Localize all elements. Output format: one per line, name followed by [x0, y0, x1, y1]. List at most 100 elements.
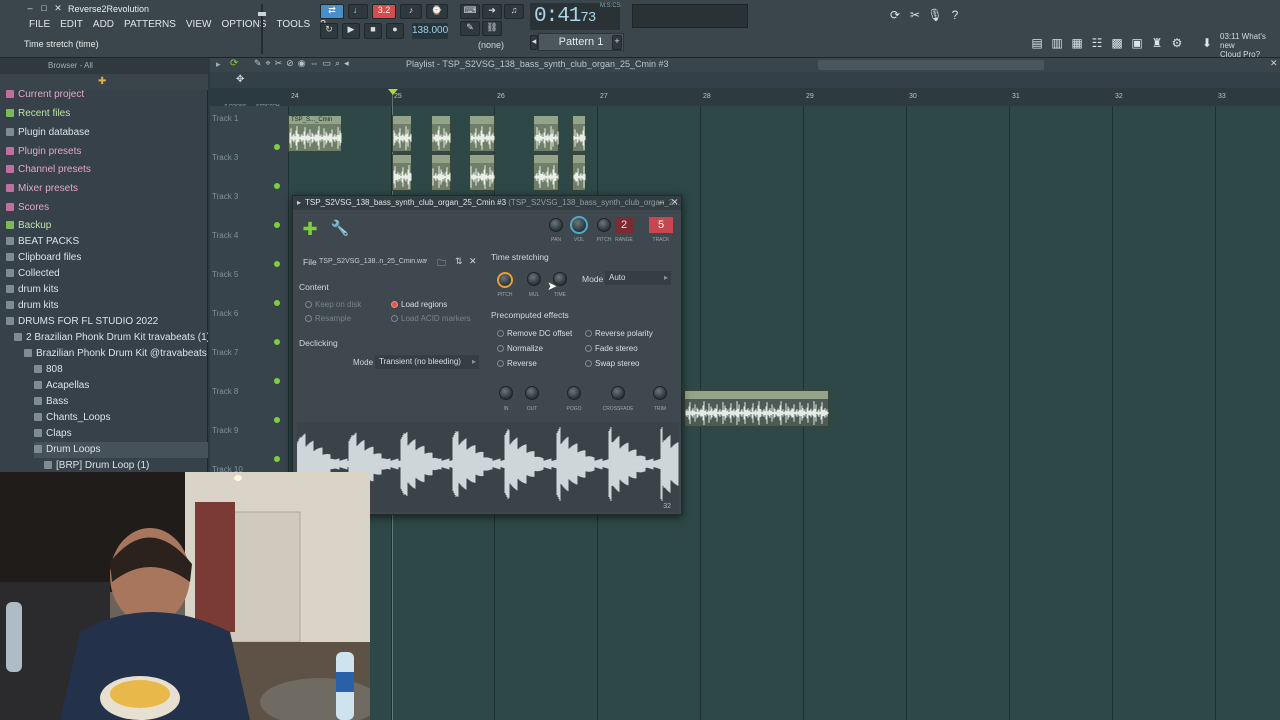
browser-item[interactable]: Collected: [6, 266, 208, 282]
swap-stereo-radio[interactable]: [585, 360, 592, 367]
channel-close-icon[interactable]: ✕: [671, 197, 679, 208]
pattern-prev-icon[interactable]: ◂: [530, 35, 538, 50]
track-label[interactable]: Track 3: [212, 192, 238, 201]
link-icon[interactable]: ⛓: [482, 21, 502, 36]
menu-file[interactable]: FILE: [24, 18, 55, 32]
clip-header[interactable]: [432, 116, 450, 124]
mixer-icon[interactable]: ☷: [1088, 34, 1106, 52]
track-mute-led[interactable]: [274, 339, 280, 345]
clip-header[interactable]: TSP_S..._Cmin: [289, 116, 341, 124]
trim-knob[interactable]: [653, 386, 667, 400]
browser-item[interactable]: Drum Loops: [34, 442, 208, 458]
reverse-option[interactable]: Reverse: [497, 359, 537, 368]
browser-item[interactable]: Backup: [6, 218, 208, 234]
fade-stereo-radio[interactable]: [585, 345, 592, 352]
track-label[interactable]: Track 8: [212, 387, 238, 396]
minimize-icon[interactable]: –: [24, 3, 36, 14]
ts-pitch-knob[interactable]: [497, 272, 513, 288]
normalize-option[interactable]: Normalize: [497, 344, 543, 353]
snap-icon[interactable]: ✎: [460, 21, 480, 36]
pan-knob[interactable]: [549, 218, 563, 232]
audio-clip[interactable]: [431, 154, 451, 191]
metronome-button[interactable]: ♩: [348, 4, 368, 19]
audio-clip[interactable]: TSP_S..._Cmin: [288, 115, 342, 152]
playhead-marker-icon[interactable]: [388, 89, 398, 95]
help-icon[interactable]: ?: [946, 6, 964, 24]
track-mute-led[interactable]: [274, 417, 280, 423]
browser-item[interactable]: Bass: [34, 394, 208, 410]
resample-radio[interactable]: [305, 315, 312, 322]
volume-knob[interactable]: [570, 216, 588, 234]
track-label[interactable]: Track 4: [212, 231, 238, 240]
remove-dc-radio[interactable]: [497, 330, 504, 337]
load-acid-radio[interactable]: [391, 315, 398, 322]
piano-roll-icon[interactable]: ▥: [1048, 34, 1066, 52]
wait-button[interactable]: ⌚: [426, 4, 448, 19]
menu-add[interactable]: ADD: [88, 18, 119, 32]
refresh-icon[interactable]: ⟳: [886, 6, 904, 24]
tools-icon[interactable]: ✂: [906, 6, 924, 24]
remove-dc-option[interactable]: Remove DC offset: [497, 329, 572, 338]
browser-item[interactable]: Claps: [34, 426, 208, 442]
browser-item[interactable]: Recent files: [6, 106, 208, 122]
clip-header[interactable]: [393, 155, 411, 163]
browser-item[interactable]: 808: [34, 362, 208, 378]
audio-clip[interactable]: [533, 154, 559, 191]
browser-header[interactable]: Browser - All: [0, 58, 208, 74]
browser-item[interactable]: 2 Brazilian Phonk Drum Kit travabeats (1…: [14, 330, 208, 346]
browser-item[interactable]: [BRP] Drum Loop (1): [44, 458, 208, 472]
open-folder-icon[interactable]: 🗀: [437, 256, 446, 272]
channel-menu-icon[interactable]: ▸: [297, 198, 301, 207]
pogo-knob[interactable]: [567, 386, 581, 400]
audio-clip[interactable]: [431, 115, 451, 152]
playlist-tools[interactable]: ✎⌖✂⊘◉⇔▭⌕◂: [254, 58, 353, 69]
browser-icon[interactable]: ▩: [1108, 34, 1126, 52]
browser-item[interactable]: Plugin presets: [6, 144, 208, 160]
plugin-icon[interactable]: ▣: [1128, 34, 1146, 52]
playlist-timeline[interactable]: 24 25 26 27 28 29 30 31 32 33: [288, 88, 1280, 106]
keep-on-disk-option[interactable]: Keep on disk: [305, 300, 361, 309]
audio-clip[interactable]: [392, 154, 412, 191]
browser-item[interactable]: drum kits: [6, 298, 208, 314]
wrench-tab-icon[interactable]: 🔧: [329, 218, 351, 240]
clip-header[interactable]: [685, 391, 828, 399]
loop-record-icon[interactable]: ↻: [320, 23, 338, 39]
playlist-scrollbar[interactable]: [818, 60, 1044, 70]
maximize-icon[interactable]: □: [38, 3, 50, 14]
browser-item[interactable]: Current project: [6, 87, 208, 103]
track-mute-led[interactable]: [274, 456, 280, 462]
load-acid-option[interactable]: Load ACID markers: [391, 314, 471, 323]
audio-clip[interactable]: [572, 115, 586, 152]
clip-header[interactable]: [573, 116, 585, 124]
step-button[interactable]: ♪: [400, 4, 422, 19]
reverse-polarity-radio[interactable]: [585, 330, 592, 337]
clip-header[interactable]: [393, 116, 411, 124]
track-mute-led[interactable]: [274, 378, 280, 384]
swap-stereo-option[interactable]: Swap stereo: [585, 359, 639, 368]
add-pattern-icon[interactable]: +: [612, 35, 622, 50]
pitch-knob[interactable]: [597, 218, 611, 232]
mic-icon[interactable]: 🎙: [926, 6, 944, 24]
track-label[interactable]: Track 5: [212, 270, 238, 279]
wrench-icon[interactable]: ⚙: [1168, 34, 1186, 52]
snap-magnet-icon[interactable]: ⟳: [230, 58, 238, 69]
ts-mul-knob[interactable]: [527, 272, 541, 286]
reverse-radio[interactable]: [497, 360, 504, 367]
pat-song-toggle[interactable]: ⇄: [320, 4, 344, 19]
browser-item[interactable]: DRUMS FOR FL STUDIO 2022: [6, 314, 208, 330]
clip-header[interactable]: [573, 155, 585, 163]
fade-stereo-option[interactable]: Fade stereo: [585, 344, 638, 353]
plugin-picker-icon[interactable]: ♜: [1148, 34, 1166, 52]
reverse-polarity-option[interactable]: Reverse polarity: [585, 329, 653, 338]
browser-item[interactable]: Brazilian Phonk Drum Kit @travabeats: [24, 346, 208, 362]
track-mute-led[interactable]: [274, 261, 280, 267]
track-mute-led[interactable]: [274, 183, 280, 189]
in-knob[interactable]: [499, 386, 513, 400]
browser-item[interactable]: Clipboard files: [6, 250, 208, 266]
browser-item[interactable]: Scores: [6, 200, 208, 216]
audio-clip[interactable]: [469, 154, 495, 191]
track-label[interactable]: Track 1: [212, 114, 238, 123]
menu-patterns[interactable]: PATTERNS: [119, 18, 181, 32]
track-display[interactable]: 5: [649, 217, 673, 233]
browser-item[interactable]: Chants_Loops: [34, 410, 208, 426]
